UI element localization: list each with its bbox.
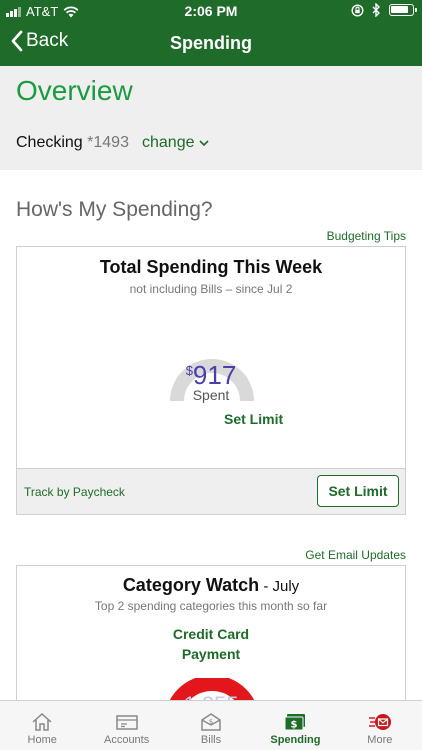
tab-spending-label: Spending [270, 734, 321, 746]
currency-symbol: $ [185, 363, 193, 378]
tab-home-label: Home [27, 734, 57, 746]
change-label: change [142, 134, 195, 151]
set-limit-link[interactable]: Set Limit [224, 411, 283, 427]
bills-icon: $ [201, 713, 221, 731]
account-mask: *1493 [87, 134, 129, 151]
status-bar: AT&T 2:06 PM [0, 0, 422, 22]
more-icon [368, 714, 391, 730]
spending-screen: AT&T 2:06 PM Back Spending Overview Chec… [0, 0, 422, 750]
account-selector-label: Checking *1493 [16, 134, 129, 152]
tab-accounts-label: Accounts [103, 734, 150, 746]
weekly-card-title: Total Spending This Week [99, 257, 323, 277]
spending-icon: $ [284, 714, 306, 731]
svg-text:$: $ [291, 720, 298, 731]
tab-bills-label: Bills [200, 734, 222, 746]
nav-bar: Back Spending [0, 22, 422, 66]
amount-value: 917 [192, 360, 237, 390]
budgeting-tips-link[interactable]: Budgeting Tips [327, 229, 406, 243]
category-name-line1: Credit Card [172, 626, 250, 642]
category-watch-card: Category Watch - July Top 2 spending cat… [16, 565, 406, 718]
app-header: AT&T 2:06 PM Back Spending [0, 0, 422, 66]
tab-spending[interactable]: $ Spending [253, 701, 337, 750]
accounts-icon [115, 715, 138, 730]
category-card-title: Category Watch [122, 575, 260, 595]
category-card-subtitle: Top 2 spending categories this month so … [94, 599, 328, 613]
overview-title: Overview [16, 75, 133, 106]
tab-bar: Home Accounts $ Bills $ Spending More [0, 700, 422, 750]
page-title: Spending [170, 33, 252, 53]
tab-bills[interactable]: $ Bills [169, 701, 253, 750]
tab-home[interactable]: Home [0, 701, 84, 750]
tab-more-label: More [367, 734, 393, 746]
bluetooth-icon [372, 3, 380, 17]
battery-icon [389, 4, 417, 16]
svg-text:$: $ [209, 718, 213, 726]
weekly-card-footer: Track by Paycheck Set Limit [17, 468, 405, 514]
chevron-down-icon [198, 139, 209, 146]
account-name: Checking [16, 134, 83, 151]
orientation-lock-icon [351, 3, 364, 17]
home-icon [32, 712, 52, 731]
category-name[interactable]: Credit Card Payment [17, 624, 405, 664]
category-card-heading: Category Watch - July [17, 575, 405, 596]
track-by-paycheck-link[interactable]: Track by Paycheck [24, 485, 125, 499]
change-account-button[interactable]: change [142, 134, 209, 152]
email-updates-link[interactable]: Get Email Updates [305, 548, 406, 562]
spending-heading: How's My Spending? [16, 198, 213, 221]
spent-label: Spent [192, 387, 230, 403]
overview-section: Overview Checking *1493 change [0, 66, 422, 170]
weekly-spending-card: Total Spending This Week not including B… [16, 246, 406, 515]
category-name-line2: Payment [181, 646, 241, 662]
set-limit-button[interactable]: Set Limit [317, 475, 399, 507]
status-right [351, 3, 417, 17]
tab-accounts[interactable]: Accounts [84, 701, 168, 750]
weekly-card-subtitle: not including Bills – since Jul 2 [129, 282, 293, 296]
tab-more[interactable]: More [338, 701, 422, 750]
category-card-period: - July [259, 578, 300, 595]
